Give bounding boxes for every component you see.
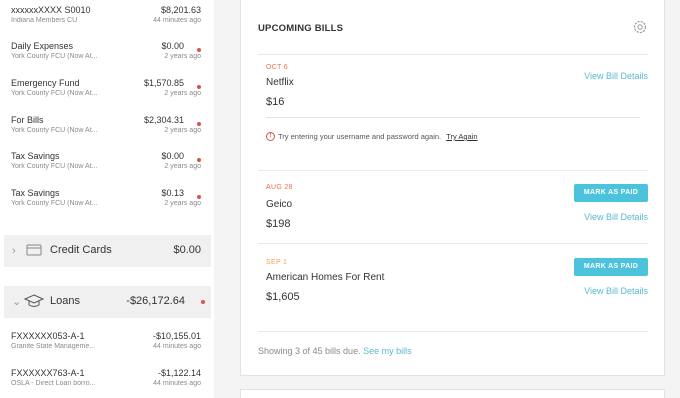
account-row[interactable]: Daily Expenses York County FCU (Now At..… bbox=[0, 39, 214, 75]
bill-name: Geico bbox=[266, 199, 293, 210]
account-institution: York County FCU (Now At... bbox=[11, 200, 98, 207]
account-institution: York County FCU (Now At... bbox=[11, 53, 98, 60]
graduation-cap-icon bbox=[23, 293, 45, 314]
divider bbox=[258, 331, 648, 332]
group-label: Credit Cards bbox=[50, 244, 112, 256]
account-name: For Bills bbox=[11, 115, 44, 125]
account-row[interactable]: xxxxxxXXXX S0010 Indiana Members CU $8,2… bbox=[0, 3, 214, 39]
credit-card-icon bbox=[26, 243, 42, 262]
account-balance: $0.13 bbox=[161, 188, 184, 198]
error-message: ! Try entering your username and passwor… bbox=[266, 132, 478, 141]
account-updated-time: 2 years ago bbox=[164, 127, 201, 134]
account-updated-time: 2 years ago bbox=[164, 53, 201, 60]
bill-due-date: AUG 28 bbox=[266, 184, 293, 191]
group-amount: $0.00 bbox=[173, 244, 201, 256]
account-updated-time: 44 minutes ago bbox=[153, 17, 201, 24]
alert-dot bbox=[197, 122, 201, 126]
account-balance: -$10,155.01 bbox=[152, 331, 201, 341]
bills-count-text: Showing 3 of 45 bills due. bbox=[258, 346, 361, 356]
upcoming-bills-panel: UPCOMING BILLS OCT 6 Netflix $16 View Bi… bbox=[240, 0, 665, 376]
view-bill-details-link[interactable]: View Bill Details bbox=[584, 212, 648, 222]
accounts-sidebar: xxxxxxXXXX S0010 Indiana Members CU $8,2… bbox=[0, 0, 214, 398]
alert-dot bbox=[197, 158, 201, 162]
account-row[interactable]: Emergency Fund York County FCU (Now At..… bbox=[0, 76, 214, 112]
chevron-right-icon[interactable]: › bbox=[12, 246, 18, 257]
account-balance: $0.00 bbox=[161, 151, 184, 161]
view-bill-details-link[interactable]: View Bill Details bbox=[584, 71, 648, 81]
see-my-bills-link[interactable]: See my bills bbox=[363, 346, 412, 356]
loan-account-row[interactable]: FXXXXXX763-A-1 OSLA - Direct Loan borro.… bbox=[0, 366, 214, 398]
bills-footer: Showing 3 of 45 bills due. See my bills bbox=[258, 346, 412, 356]
account-updated-time: 2 years ago bbox=[164, 200, 201, 207]
group-label: Loans bbox=[50, 295, 80, 307]
account-institution: OSLA - Direct Loan borro... bbox=[11, 380, 96, 387]
bill-amount: $16 bbox=[266, 96, 285, 108]
account-name: Emergency Fund bbox=[11, 78, 80, 88]
bill-name: Netflix bbox=[266, 77, 294, 88]
account-name: FXXXXXX053-A-1 bbox=[11, 331, 85, 341]
bill-item: SEP 1 American Homes For Rent $1,605 MAR… bbox=[258, 243, 648, 331]
account-institution: York County FCU (Now At... bbox=[11, 163, 98, 170]
account-name: Tax Savings bbox=[11, 151, 60, 161]
loan-account-row[interactable]: FXXXXXX053-A-1 Granite State Manageme...… bbox=[0, 329, 214, 365]
account-name: Daily Expenses bbox=[11, 41, 74, 51]
account-balance: $2,304.31 bbox=[143, 115, 184, 125]
bill-amount: $198 bbox=[266, 218, 291, 230]
bill-name: American Homes For Rent bbox=[266, 272, 385, 283]
account-row[interactable]: Tax Savings York County FCU (Now At... $… bbox=[0, 149, 214, 185]
error-circle-icon: ! bbox=[266, 132, 275, 141]
view-bill-details-link[interactable]: View Bill Details bbox=[584, 286, 648, 296]
mark-as-paid-button[interactable]: MARK AS PAID bbox=[574, 184, 648, 202]
next-panel bbox=[240, 389, 665, 398]
loans-group[interactable]: ⌄ Loans -$26,172.64 bbox=[4, 286, 211, 318]
alert-dot bbox=[197, 195, 201, 199]
credit-cards-group[interactable]: › Credit Cards $0.00 bbox=[4, 235, 211, 267]
account-name: FXXXXXX763-A-1 bbox=[11, 368, 85, 378]
group-amount: -$26,172.64 bbox=[126, 295, 185, 307]
account-balance: -$1,122.14 bbox=[157, 368, 201, 378]
bill-due-date: OCT 6 bbox=[266, 64, 288, 71]
gear-icon[interactable] bbox=[632, 19, 648, 40]
account-institution: Granite State Manageme... bbox=[11, 343, 96, 350]
account-institution: Indiana Members CU bbox=[11, 17, 78, 24]
account-updated-time: 2 years ago bbox=[164, 163, 201, 170]
panel-title: UPCOMING BILLS bbox=[258, 23, 344, 34]
account-name: Tax Savings bbox=[11, 188, 60, 198]
bill-item: AUG 28 Geico $198 MARK AS PAID View Bill… bbox=[258, 170, 648, 243]
bill-item: OCT 6 Netflix $16 View Bill Details ! Tr… bbox=[258, 54, 648, 170]
chevron-down-icon[interactable]: ⌄ bbox=[12, 297, 21, 308]
alert-dot bbox=[197, 48, 201, 52]
account-updated-time: 44 minutes ago bbox=[153, 380, 201, 387]
account-row[interactable]: Tax Savings York County FCU (Now At... $… bbox=[0, 186, 214, 222]
error-text: Try entering your username and password … bbox=[278, 132, 442, 141]
account-row[interactable]: For Bills York County FCU (Now At... $2,… bbox=[0, 113, 214, 149]
try-again-link[interactable]: Try Again bbox=[446, 132, 477, 141]
divider bbox=[266, 117, 640, 118]
account-name: xxxxxxXXXX S0010 bbox=[11, 5, 91, 15]
account-updated-time: 44 minutes ago bbox=[153, 343, 201, 350]
account-balance: $1,570.85 bbox=[143, 78, 184, 88]
bill-amount: $1,605 bbox=[266, 291, 300, 303]
bill-due-date: SEP 1 bbox=[266, 259, 288, 266]
account-balance: $0.00 bbox=[161, 41, 184, 51]
account-institution: York County FCU (Now At... bbox=[11, 90, 98, 97]
account-institution: York County FCU (Now At... bbox=[11, 127, 98, 134]
alert-dot bbox=[197, 85, 201, 89]
account-updated-time: 2 years ago bbox=[164, 90, 201, 97]
mark-as-paid-button[interactable]: MARK AS PAID bbox=[574, 258, 648, 276]
account-balance: $8,201.63 bbox=[160, 5, 201, 15]
alert-dot bbox=[201, 300, 205, 304]
